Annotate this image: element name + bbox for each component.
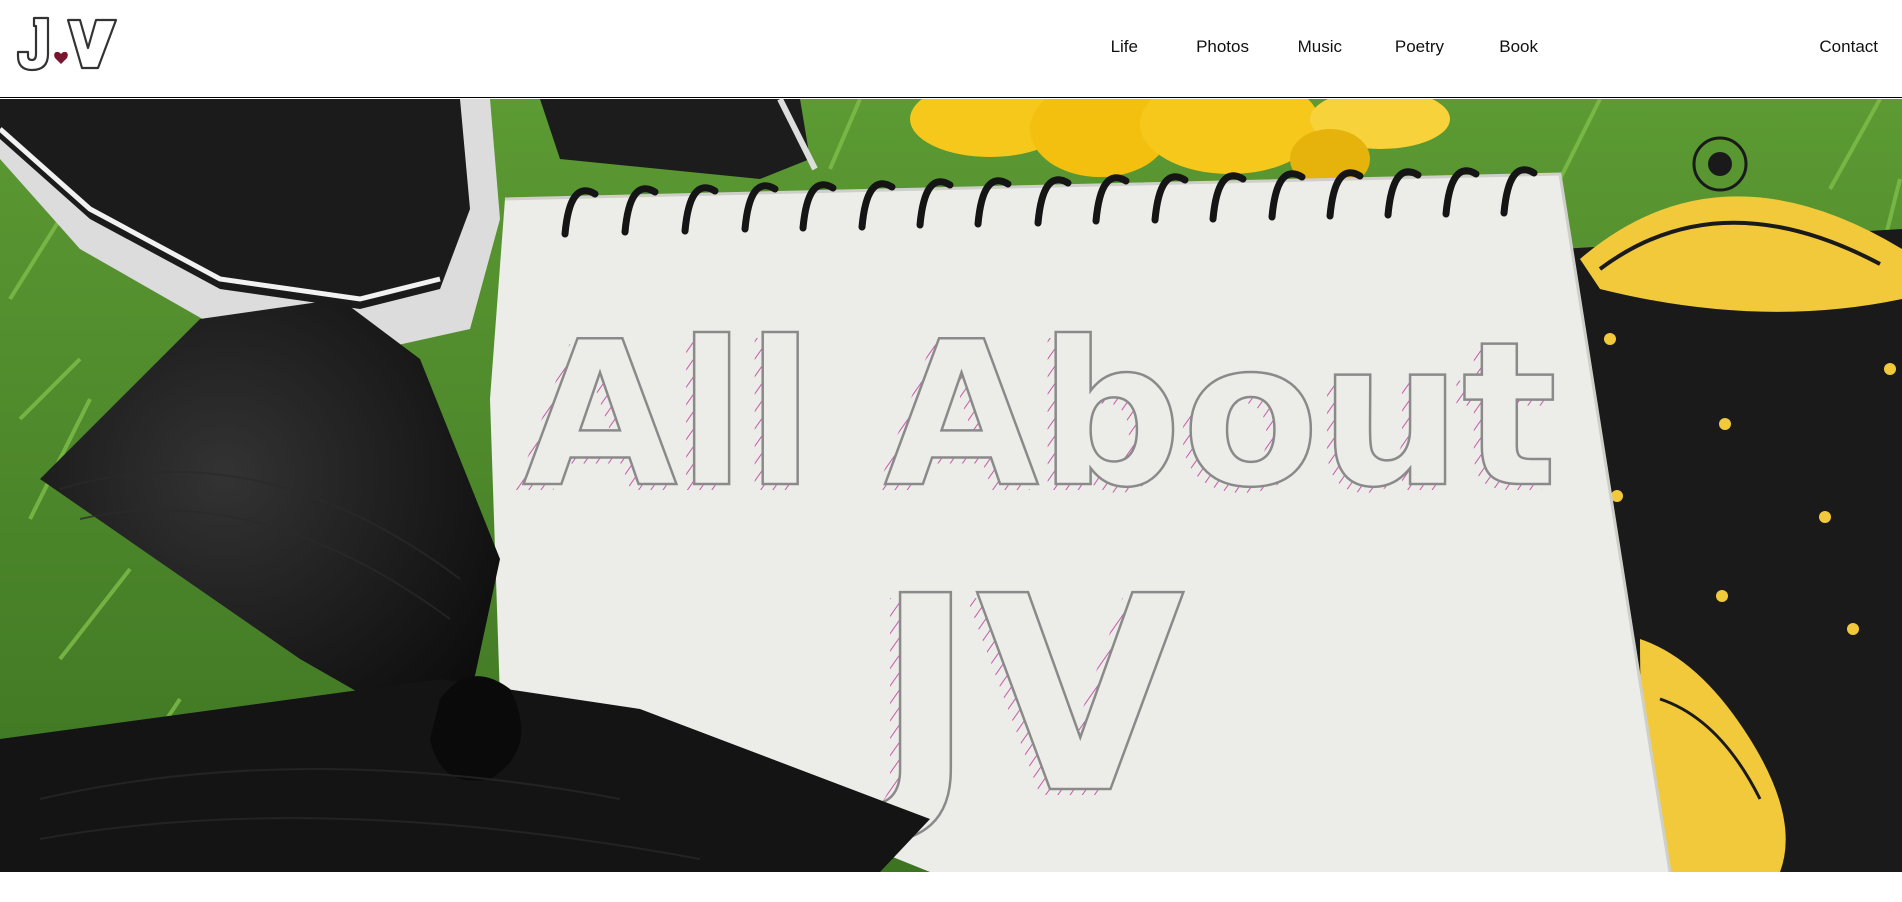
nav-life-link[interactable]: Life — [1111, 37, 1138, 57]
site-header: Life Photos Music Poetry Book Contact — [0, 0, 1902, 98]
site-logo[interactable] — [14, 14, 122, 74]
nav-contact-link[interactable]: Contact — [1819, 37, 1878, 57]
nav-photos-link[interactable]: Photos — [1196, 37, 1249, 57]
nav-poetry-link[interactable]: Poetry — [1395, 37, 1444, 57]
nav-music-link[interactable]: Music — [1298, 37, 1342, 57]
hero-banner: All About All About JV JV — [0, 99, 1902, 872]
hero-image: All About All About JV JV — [0, 99, 1902, 872]
nav-book-link[interactable]: Book — [1499, 37, 1538, 57]
hero-title-line2: JV — [858, 538, 1186, 853]
hero-title-line1: All About — [523, 299, 1558, 532]
